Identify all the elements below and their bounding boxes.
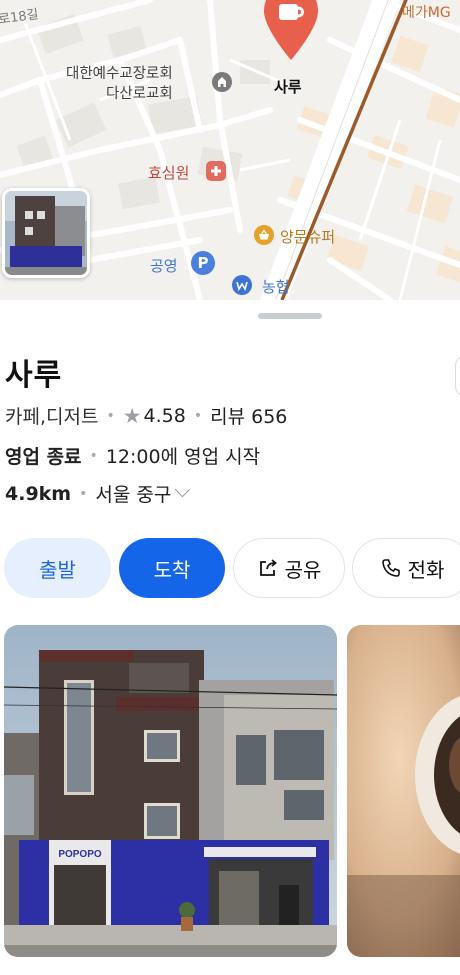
star-icon: ★ — [122, 403, 142, 428]
supermarket-label: 양문슈퍼 — [280, 228, 336, 246]
church-name-line2: 다산로교회 — [106, 86, 173, 102]
share-icon — [259, 559, 277, 576]
location-row[interactable]: 4.9km • 서울 중구 — [5, 480, 191, 507]
category-rating-row: 카페,디저트 • ★ 4.58 • 리뷰 656 — [5, 402, 287, 429]
parking-icon[interactable]: P — [191, 251, 215, 275]
bank-icon[interactable] — [232, 275, 252, 295]
category-text: 카페,디저트 — [5, 406, 99, 428]
separator-dot: • — [106, 407, 115, 424]
hours-row[interactable]: 영업 종료 • 12:00에 영업 시작 — [5, 442, 260, 469]
place-detail-sheet: 사루 카페,디저트 • ★ 4.58 • 리뷰 656 영업 종료 • 12:0… — [0, 300, 460, 975]
church-label: 대한예수교장로회 다산로교회 — [66, 64, 173, 104]
edge-action-button[interactable] — [455, 355, 460, 397]
cafe-edge-label: 메가MG — [402, 5, 451, 21]
opening-hours: 12:00에 영업 시작 — [105, 446, 261, 468]
coffee-photo[interactable] — [347, 625, 460, 957]
depart-button[interactable]: 출발 — [4, 538, 111, 598]
phone-icon — [381, 559, 400, 577]
shopping-basket-icon[interactable] — [254, 225, 274, 245]
distance-text: 4.9km — [5, 482, 72, 505]
hospital-label: 효심원 — [148, 164, 190, 182]
hospital-cross-icon[interactable] — [206, 161, 226, 181]
call-button[interactable]: 전화 — [352, 538, 460, 598]
bank-label: 농협 — [262, 278, 290, 296]
place-title: 사루 — [5, 358, 63, 393]
review-count[interactable]: 리뷰 656 — [210, 402, 287, 429]
parking-label: 공영 — [150, 257, 178, 275]
business-status: 영업 종료 — [5, 446, 82, 468]
area-text: 서울 중구 — [95, 484, 172, 506]
separator-dot: • — [89, 447, 98, 464]
church-name-line1: 대한예수교장로회 — [66, 66, 173, 82]
separator-dot: • — [193, 407, 203, 424]
church-icon[interactable] — [212, 72, 232, 92]
call-label: 전화 — [407, 557, 445, 582]
rating-value: 4.58 — [143, 404, 186, 427]
separator-dot: • — [79, 485, 88, 502]
share-button[interactable]: 공유 — [233, 538, 345, 598]
street-view-thumbnail[interactable] — [2, 188, 90, 278]
arrive-button[interactable]: 도착 — [119, 538, 225, 598]
share-label: 공유 — [284, 557, 322, 582]
place-marker-label[interactable]: 사루 — [274, 76, 302, 97]
arrive-label: 도착 — [153, 557, 191, 582]
storefront-photo[interactable]: POPOPO — [4, 625, 337, 957]
store-sign-text: POPOPO — [58, 849, 102, 860]
chevron-down-icon — [175, 481, 191, 498]
depart-label: 출발 — [39, 557, 76, 582]
map-view[interactable]: 로18길 대한예수교장로회 다산로교회 사루 효심원 양문슈퍼 공영 P 농협 … — [0, 0, 460, 300]
cafe-pin-icon[interactable] — [262, 0, 320, 62]
sheet-drag-handle[interactable] — [258, 313, 322, 319]
